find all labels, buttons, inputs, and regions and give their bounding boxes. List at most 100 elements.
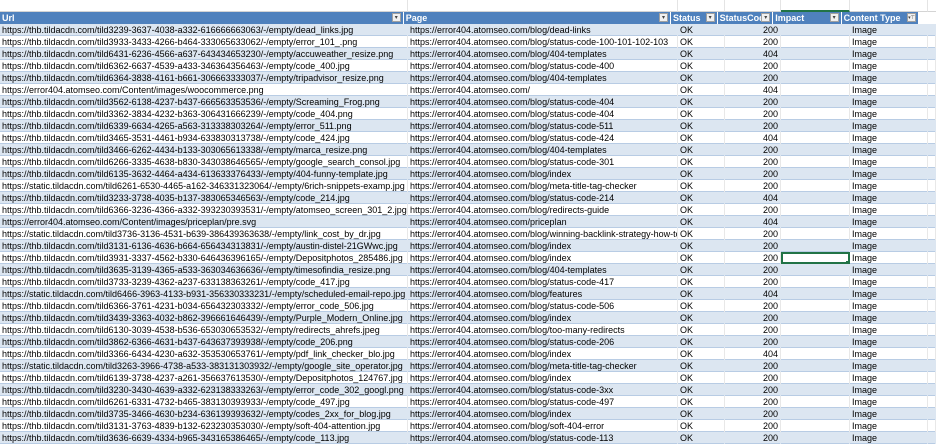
cell-impact[interactable] [781,264,850,276]
cell-url[interactable]: https://thb.tildacdn.com/tild6135-3632-4… [0,168,408,180]
cell-impact[interactable] [781,48,850,60]
cell-status[interactable]: OK [678,180,725,192]
cell-status-code[interactable]: 200 [725,252,781,264]
cell-url[interactable]: https://thb.tildacdn.com/tild6130-3039-4… [0,324,408,336]
cell-status[interactable]: OK [678,168,725,180]
cell-status[interactable]: OK [678,312,725,324]
cell-status-code[interactable]: 404 [725,84,781,96]
cell-status-code[interactable]: 200 [725,168,781,180]
cell[interactable] [928,108,936,120]
cell-page[interactable]: https://error404.atomseo.com/blog/404-te… [408,48,678,60]
cell-status[interactable]: OK [678,96,725,108]
cell[interactable] [928,60,936,72]
cell-status-code[interactable]: 404 [725,288,781,300]
cell-impact[interactable] [781,276,850,288]
cell-content-type[interactable]: Image [850,396,928,408]
cell[interactable] [928,396,936,408]
cell[interactable] [928,432,936,444]
cell-content-type[interactable]: Image [850,336,928,348]
cell-content-type[interactable]: Image [850,360,928,372]
cell-page[interactable]: https://error404.atomseo.com/blog/status… [408,132,678,144]
cell[interactable] [928,156,936,168]
cell-status[interactable]: OK [678,72,725,84]
cell-content-type[interactable]: Image [850,24,928,36]
column-header-status-code[interactable]: StatusCode ▾ [718,12,774,24]
cell-status-code[interactable]: 200 [725,396,781,408]
cell-status[interactable]: OK [678,120,725,132]
cell-page[interactable]: https://error404.atomseo.com/blog/status… [408,396,678,408]
cell[interactable] [928,120,936,132]
cell-content-type[interactable]: Image [850,216,928,228]
cell-content-type[interactable]: Image [850,408,928,420]
cell[interactable] [928,408,936,420]
cell-status[interactable]: OK [678,144,725,156]
cell[interactable] [928,0,936,12]
cell-content-type[interactable]: Image [850,240,928,252]
cell-page[interactable]: https://error404.atomseo.com/blog/meta-t… [408,360,678,372]
cell-url[interactable]: https://thb.tildacdn.com/tild3366-6434-4… [0,348,408,360]
cell-status[interactable]: OK [678,24,725,36]
cell-content-type[interactable]: Image [850,252,928,264]
cell-content-type[interactable]: Image [850,144,928,156]
cell-content-type[interactable]: Image [850,372,928,384]
cell-page[interactable]: https://error404.atomseo.com/blog/404-te… [408,144,678,156]
cell[interactable] [928,192,936,204]
cell-status[interactable]: OK [678,300,725,312]
cell[interactable] [781,0,850,12]
cell-page[interactable]: https://error404.atomseo.com/blog/soft-4… [408,420,678,432]
cell-url[interactable]: https://thb.tildacdn.com/tild3465-3531-4… [0,132,408,144]
cell-status-code[interactable]: 200 [725,300,781,312]
cell-page[interactable]: https://error404.atomseo.com/blog/too-ma… [408,324,678,336]
column-header-page[interactable]: Page ▾ [404,12,671,24]
cell[interactable] [928,276,936,288]
cell-url[interactable]: https://thb.tildacdn.com/tild3735-3466-4… [0,408,408,420]
cell[interactable] [928,216,936,228]
cell-impact[interactable] [781,84,850,96]
cell[interactable] [0,0,408,12]
cell-page[interactable]: https://error404.atomseo.com/blog/status… [408,300,678,312]
cell-page[interactable]: https://error404.atomseo.com/blog/redire… [408,204,678,216]
cell-impact[interactable] [781,420,850,432]
cell-content-type[interactable]: Image [850,432,928,444]
cell-impact[interactable] [781,288,850,300]
cell-page[interactable]: https://error404.atomseo.com/blog/404-te… [408,264,678,276]
cell-impact[interactable] [781,72,850,84]
cell-url[interactable]: https://thb.tildacdn.com/tild3933-3433-4… [0,36,408,48]
cell-page[interactable]: https://error404.atomseo.com/blog/status… [408,60,678,72]
cell[interactable] [928,420,936,432]
cell-impact[interactable] [781,432,850,444]
cell-status[interactable]: OK [678,276,725,288]
cell-status[interactable]: OK [678,132,725,144]
cell-content-type[interactable]: Image [850,300,928,312]
cell[interactable] [928,180,936,192]
cell-status-code[interactable]: 200 [725,60,781,72]
cell[interactable] [408,0,678,12]
cell-content-type[interactable]: Image [850,420,928,432]
cell-status[interactable]: OK [678,60,725,72]
cell-impact[interactable] [781,348,850,360]
column-header-status[interactable]: Status ▾ [671,12,718,24]
cell-status-code[interactable]: 200 [725,240,781,252]
cell-impact[interactable] [781,384,850,396]
cell-url[interactable]: https://error404.atomseo.com/Content/ima… [0,216,408,228]
cell-page[interactable]: https://error404.atomseo.com/blog/index [408,240,678,252]
cell-impact[interactable] [781,360,850,372]
cell-page[interactable]: https://error404.atomseo.com/ [408,84,678,96]
cell-page[interactable]: https://error404.atomseo.com/blog/status… [408,384,678,396]
cell-impact[interactable] [781,372,850,384]
cell-url[interactable]: https://static.tildacdn.com/tild3736-313… [0,228,408,240]
cell-url[interactable]: https://thb.tildacdn.com/tild6261-6331-4… [0,396,408,408]
cell-content-type[interactable]: Image [850,120,928,132]
cell-status-code[interactable]: 200 [725,324,781,336]
cell-content-type[interactable]: Image [850,36,928,48]
filter-dropdown-icon[interactable]: ▾ [391,13,401,22]
cell[interactable] [678,0,725,12]
cell-status-code[interactable]: 200 [725,156,781,168]
cell-status-code[interactable]: 200 [725,144,781,156]
cell-url[interactable]: https://thb.tildacdn.com/tild3931-3337-4… [0,252,408,264]
cell-content-type[interactable]: Image [850,48,928,60]
cell-impact[interactable] [781,120,850,132]
cell-status[interactable]: OK [678,324,725,336]
cell-status[interactable]: OK [678,108,725,120]
cell-status[interactable]: OK [678,216,725,228]
